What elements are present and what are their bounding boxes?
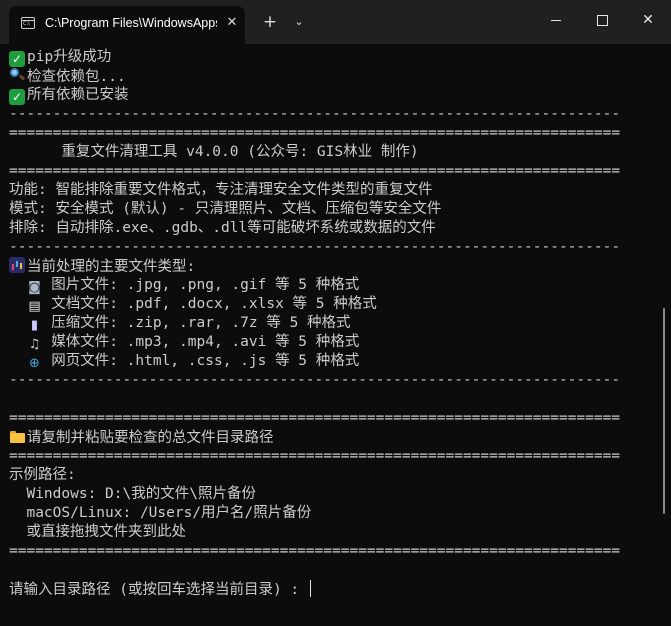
music-note-icon: ♫ — [28, 337, 41, 352]
input-prompt: 请输入目录路径 (或按回车选择当前目录) : — [9, 582, 308, 598]
terminal-output[interactable]: ✓ pip升级成功 检查依赖包... ✓ 所有依赖已安装 -------------… — [0, 44, 660, 626]
close-button[interactable]: ✕ — [625, 0, 671, 40]
check-mark-icon: ✓ — [9, 51, 25, 67]
type-web-line: ⊕ 网页文件: .html, .css, .js 等 5 种格式 — [9, 352, 359, 371]
mode-line: 模式: 安全模式 (默认) - 只清理照片、文档、压缩包等安全文件 — [9, 201, 442, 217]
magnifier-icon — [9, 67, 25, 83]
output-line-check: 检查依赖包... — [9, 67, 126, 86]
new-tab-button[interactable]: + — [260, 12, 280, 32]
scrollbar-thumb[interactable] — [663, 308, 665, 514]
minimize-button[interactable] — [533, 0, 579, 40]
title-bar: C:\Program Files\WindowsApps\Microsoft.W… — [0, 0, 671, 44]
minimize-icon — [551, 20, 561, 21]
globe-icon: ⊕ — [29, 356, 40, 371]
separator-equals: ========================================… — [9, 163, 621, 179]
tool-title: 重复文件清理工具 v4.0.0 (公众号: GIS林业 制作) — [9, 144, 419, 160]
check-mark-icon: ✓ — [9, 89, 25, 105]
type-media-line: ♫ 媒体文件: .mp3, .mp4, .avi 等 5 种格式 — [9, 333, 360, 352]
type-doc-line: ▤ 文档文件: .pdf, .docx, .xlsx 等 5 种格式 — [28, 296, 377, 314]
separator-dash: ----------------------------------------… — [9, 106, 621, 122]
separator-equals: ========================================… — [9, 125, 621, 141]
separator-dash: ----------------------------------------… — [9, 239, 621, 255]
example-drag: 或直接拖拽文件夹到此处 — [9, 524, 186, 540]
separator-dash: ----------------------------------------… — [9, 372, 621, 388]
example-title: 示例路径: — [9, 467, 76, 483]
example-windows: Windows: D:\我的文件\照片备份 — [9, 486, 256, 502]
compression-icon: ▮ — [30, 318, 39, 333]
maximize-icon — [596, 15, 608, 26]
tab-close-button[interactable]: ✕ — [223, 14, 241, 32]
tab-dropdown-button[interactable]: ⌄ — [291, 12, 307, 32]
type-zip-line: ▮ 压缩文件: .zip, .rar, .7z 等 5 种格式 — [9, 314, 351, 333]
terminal-tab[interactable]: C:\Program Files\WindowsApps\Microsoft.W… — [9, 6, 245, 44]
maximize-button[interactable] — [579, 0, 625, 40]
type-image-line: ◙ 图片文件: .jpg, .png, .gif 等 5 种格式 — [28, 277, 360, 295]
output-line-installed: ✓ 所有依赖已安装 — [9, 86, 129, 105]
separator-equals: ========================================… — [9, 410, 621, 426]
separator-equals: ========================================… — [9, 543, 621, 559]
tab-title: C:\Program Files\WindowsApps\Microsoft.W… — [45, 16, 217, 30]
output-line-pip: ✓ pip升级成功 — [9, 48, 111, 67]
separator-equals: ========================================… — [9, 448, 621, 464]
camera-icon: ◙ — [28, 280, 41, 295]
example-mac: macOS/Linux: /Users/用户名/照片备份 — [9, 505, 312, 521]
input-prompt-line[interactable]: 请输入目录路径 (或按回车选择当前目录) : — [9, 580, 311, 599]
path-prompt-header: 请复制并粘贴要检查的总文件目录路径 — [9, 428, 274, 447]
document-icon: ▤ — [28, 299, 41, 314]
function-line: 功能: 智能排除重要文件格式，专注清理安全文件类型的重复文件 — [9, 182, 433, 198]
exclude-line: 排除: 自动排除.exe、.gdb、.dll等可能破坏系统或数据的文件 — [9, 220, 436, 236]
text-cursor — [309, 580, 311, 597]
terminal-icon — [21, 17, 35, 29]
folder-icon — [9, 428, 25, 444]
file-types-header: 当前处理的主要文件类型: — [9, 257, 195, 276]
bar-chart-icon — [9, 257, 25, 273]
